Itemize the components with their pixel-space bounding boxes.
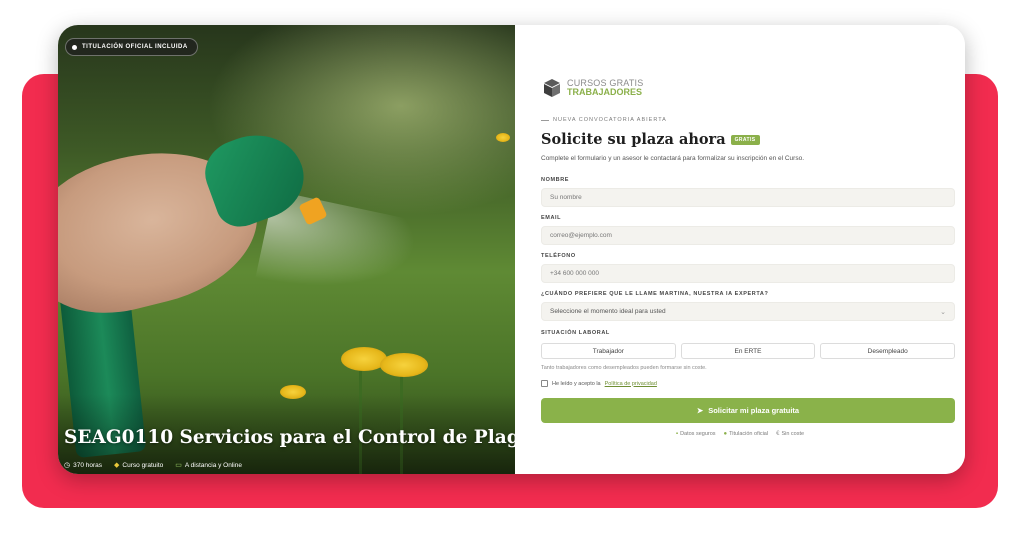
submit-label: Solicitar mi plaza gratuita — [708, 406, 800, 415]
dot-icon: ● — [723, 431, 728, 437]
meta-price: ◆ Curso gratuito — [114, 461, 164, 470]
euro-icon: € — [776, 431, 780, 437]
employment-hint: Tanto trabajadores como desempleados pue… — [541, 365, 707, 371]
badge-dot-icon — [72, 44, 77, 50]
trust-official: ● Titulación oficial — [724, 431, 769, 437]
brand-text: CURSOS GRATIS TRABAJADORES — [567, 79, 643, 97]
form-heading: Solicite su plaza ahora GRATIS — [541, 131, 760, 148]
submit-button[interactable]: ➤ Solicitar mi plaza gratuita — [541, 398, 955, 423]
hero-image: TITULACIÓN OFICIAL INCLUIDA SEAG0110 Ser… — [58, 25, 515, 474]
trust-badges: ▪ Datos seguros ● Titulación oficial € S… — [515, 431, 965, 437]
boxes-logo-icon — [544, 79, 560, 97]
phone-input[interactable]: +34 600 000 000 — [541, 264, 955, 283]
trust-official-label: Titulación oficial — [729, 431, 769, 437]
official-title-badge: TITULACIÓN OFICIAL INCLUIDA — [65, 38, 198, 56]
trust-free: € Sin coste — [776, 431, 804, 437]
lock-icon: ▪ — [675, 431, 679, 437]
meta-modality: ▭ A distancia y Online — [175, 461, 242, 470]
chevron-down-icon: ⌄ — [940, 308, 946, 316]
meta-modality-label: A distancia y Online — [184, 461, 242, 469]
kicker-dash — [541, 119, 549, 121]
employment-options: Trabajador En ERTE Desempleado — [541, 343, 956, 359]
monitor-icon: ▭ — [175, 462, 182, 469]
call-time-value: Seleccione el momento ideal para usted — [550, 308, 666, 315]
course-title: SEAG0110 Servicios para el Control de Pl… — [64, 427, 515, 448]
send-icon: ➤ — [696, 406, 704, 415]
call-time-label: ¿CUÁNDO PREFIERE QUE LE LLAME MARTINA, N… — [541, 291, 769, 297]
kicker-text: NUEVA CONVOCATORIA ABIERTA — [553, 117, 667, 123]
privacy-consent: He leído y acepto la Política de privaci… — [541, 380, 657, 387]
trust-secure-label: Datos seguros — [680, 431, 716, 437]
trust-secure: ▪ Datos seguros — [676, 431, 716, 437]
brand-logo[interactable]: CURSOS GRATIS TRABAJADORES — [541, 77, 643, 99]
option-desempleado[interactable]: Desempleado — [820, 343, 956, 359]
call-time-select[interactable]: Seleccione el momento ideal para usted ⌄ — [541, 302, 955, 321]
employment-label: SITUACIÓN LABORAL — [541, 330, 610, 336]
trust-free-label: Sin coste — [781, 431, 805, 437]
name-label: NOMBRE — [541, 177, 570, 183]
meta-price-label: Curso gratuito — [122, 461, 164, 469]
course-meta: ◷ 370 horas ◆ Curso gratuito ▭ A distanc… — [64, 461, 242, 470]
option-erte[interactable]: En ERTE — [680, 343, 816, 359]
phone-label: TELÉFONO — [541, 253, 576, 259]
signup-form: CURSOS GRATIS TRABAJADORES NUEVA CONVOCA… — [515, 25, 965, 474]
name-input[interactable]: Su nombre — [541, 188, 955, 207]
email-input[interactable]: correo@ejemplo.com — [541, 226, 955, 245]
meta-hours: ◷ 370 horas — [64, 461, 103, 470]
heading-text: Solicite su plaza ahora — [541, 131, 726, 148]
free-badge: GRATIS — [730, 134, 760, 145]
privacy-checkbox[interactable] — [541, 380, 548, 387]
privacy-policy-link[interactable]: Política de privacidad — [605, 381, 657, 387]
option-trabajador[interactable]: Trabajador — [541, 343, 676, 359]
badge-label: TITULACIÓN OFICIAL INCLUIDA — [82, 44, 188, 50]
clock-icon: ◷ — [64, 462, 71, 469]
dandelion-flower — [496, 133, 510, 142]
landing-card: TITULACIÓN OFICIAL INCLUIDA SEAG0110 Ser… — [58, 25, 965, 474]
tag-icon: ◆ — [114, 462, 120, 469]
kicker: NUEVA CONVOCATORIA ABIERTA — [541, 117, 667, 123]
dandelion-flower — [380, 353, 428, 377]
brand-line-2: TRABAJADORES — [567, 87, 643, 97]
email-label: EMAIL — [541, 215, 562, 221]
form-intro: Complete el formulario y un asesor le co… — [541, 155, 805, 162]
consent-text: He leído y acepto la — [552, 380, 601, 387]
meta-hours-label: 370 horas — [73, 461, 103, 469]
